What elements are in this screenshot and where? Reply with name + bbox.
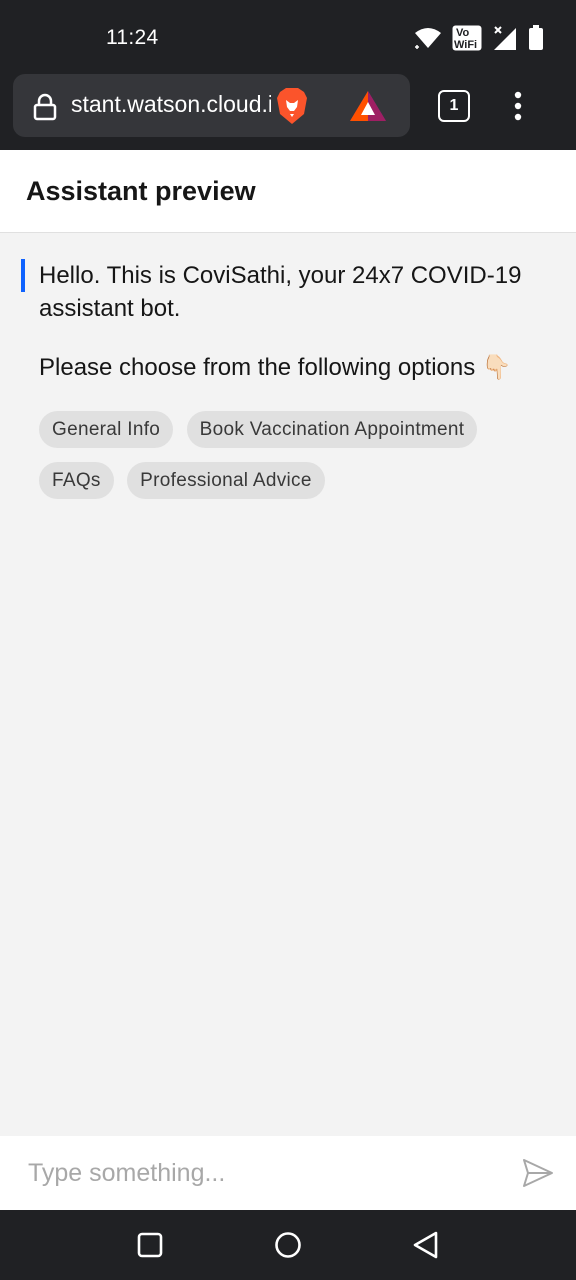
vowifi-icon: Vo WiFi xyxy=(452,25,482,51)
assistant-header: Assistant preview xyxy=(0,150,576,233)
recents-square-icon[interactable] xyxy=(136,1230,164,1260)
brave-shields-icon[interactable] xyxy=(275,86,309,126)
tabs-button[interactable]: 1 xyxy=(438,90,470,122)
bot-message-options-prompt: Please choose from the following options… xyxy=(39,354,512,381)
system-nav-bar xyxy=(0,1210,576,1280)
option-faqs[interactable]: FAQs xyxy=(39,462,114,499)
battery-icon xyxy=(529,25,543,50)
browser-toolbar: stant.watson.cloud.ibm.com 1 xyxy=(0,66,576,150)
chat-area[interactable]: Hello. This is CoviSathi, your 24x7 COVI… xyxy=(0,233,576,1136)
address-bar[interactable]: stant.watson.cloud.ibm.com xyxy=(13,74,410,137)
status-time: 11:24 xyxy=(106,26,159,49)
wifi-icon xyxy=(415,28,441,49)
option-professional-advice[interactable]: Professional Advice xyxy=(127,462,325,499)
option-book-vaccination-appointment[interactable]: Book Vaccination Appointment xyxy=(186,411,478,448)
status-bar: 11:24 Vo WiFi xyxy=(0,0,576,76)
page-title: Assistant preview xyxy=(26,176,256,206)
message-accent-bar xyxy=(21,259,25,292)
message-input[interactable] xyxy=(28,1154,498,1192)
back-triangle-icon[interactable] xyxy=(411,1230,441,1260)
more-menu-icon[interactable] xyxy=(506,90,530,122)
tab-count: 1 xyxy=(449,97,459,114)
lock-icon xyxy=(33,93,57,121)
option-general-info[interactable]: General Info xyxy=(39,411,174,448)
cell-signal-icon xyxy=(494,26,516,50)
bat-rewards-icon[interactable] xyxy=(349,89,387,123)
bot-message-greeting: Hello. This is CoviSathi, your 24x7 COVI… xyxy=(39,262,522,322)
message-composer xyxy=(0,1136,576,1210)
send-icon[interactable] xyxy=(522,1158,554,1188)
vowifi-top: Vo xyxy=(456,27,470,39)
option-chips: General Info Book Vaccination Appointmen… xyxy=(39,411,559,513)
vowifi-bottom: WiFi xyxy=(454,39,477,51)
status-icons: Vo WiFi xyxy=(414,24,544,52)
url-text[interactable]: stant.watson.cloud.ibm.com xyxy=(71,91,271,121)
home-circle-icon[interactable] xyxy=(273,1230,303,1260)
